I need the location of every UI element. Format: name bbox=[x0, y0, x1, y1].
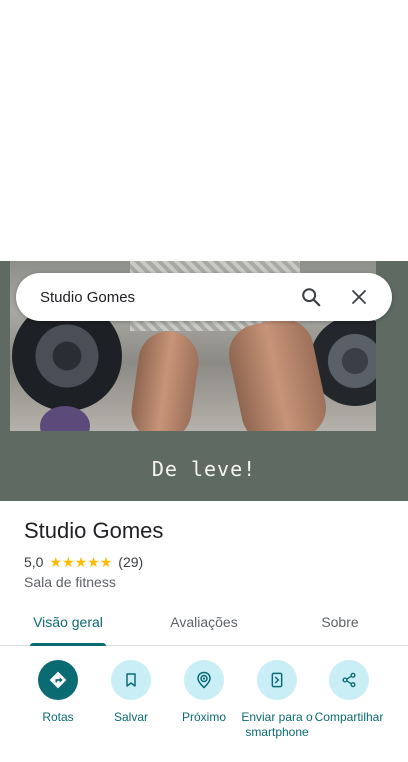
action-label: Próximo bbox=[181, 710, 226, 724]
star-icon: ★ bbox=[49, 554, 63, 570]
directions-icon bbox=[38, 660, 78, 700]
tab-label: Visão geral bbox=[33, 614, 103, 630]
share-button[interactable]: Compartilhar bbox=[312, 660, 386, 725]
rating-value: 5,0 bbox=[24, 554, 44, 570]
rating-row[interactable]: 5,0 ★ ★ ★ ★ ★ (29) bbox=[24, 554, 143, 570]
save-button[interactable]: Salvar bbox=[94, 660, 168, 725]
bookmark-icon bbox=[111, 660, 151, 700]
nearby-icon bbox=[184, 660, 224, 700]
action-label: Compartilhar bbox=[314, 710, 384, 724]
tab-about[interactable]: Sobre bbox=[272, 604, 408, 645]
star-icon: ★ bbox=[99, 554, 113, 570]
send-to-phone-button[interactable]: Enviar para o smartphone bbox=[240, 660, 314, 740]
photo-caption: De leve! bbox=[151, 457, 257, 481]
close-icon[interactable] bbox=[340, 278, 378, 316]
search-input[interactable]: Studio Gomes bbox=[40, 289, 282, 306]
star-icon: ★ bbox=[87, 554, 100, 570]
nearby-button[interactable]: Próximo bbox=[167, 660, 241, 725]
place-title: Studio Gomes bbox=[24, 518, 164, 543]
star-icon: ★ bbox=[74, 554, 88, 570]
share-icon bbox=[329, 660, 369, 700]
send-to-phone-icon bbox=[257, 660, 297, 700]
star-rating: ★ ★ ★ ★ ★ bbox=[49, 555, 112, 569]
tab-reviews[interactable]: Avaliações bbox=[136, 604, 272, 645]
place-category: Sala de fitness bbox=[24, 574, 116, 590]
search-icon[interactable] bbox=[292, 278, 330, 316]
active-tab-indicator bbox=[30, 643, 106, 646]
directions-button[interactable]: Rotas bbox=[21, 660, 95, 725]
tab-label: Avaliações bbox=[170, 614, 238, 630]
place-page: De leve! Studio Gomes Studio Gomes 5,0 ★… bbox=[0, 0, 408, 762]
review-count[interactable]: (29) bbox=[118, 554, 143, 570]
search-bar[interactable]: Studio Gomes bbox=[16, 273, 392, 321]
action-label: Salvar bbox=[113, 710, 148, 724]
action-buttons: Rotas Salvar Próximo Enviar para o smart… bbox=[0, 660, 408, 760]
tab-overview[interactable]: Visão geral bbox=[0, 604, 136, 646]
tab-label: Sobre bbox=[321, 614, 359, 630]
star-icon: ★ bbox=[62, 554, 75, 570]
action-label: Enviar para o smartphone bbox=[241, 710, 313, 739]
action-label: Rotas bbox=[42, 710, 74, 724]
place-tabs: Visão geral Avaliações Sobre bbox=[0, 604, 408, 646]
